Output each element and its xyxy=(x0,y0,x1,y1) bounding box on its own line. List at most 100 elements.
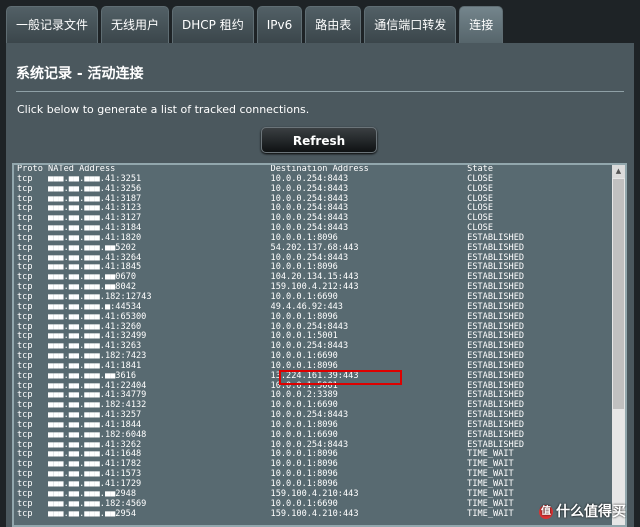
refresh-button[interactable]: Refresh xyxy=(261,127,377,153)
scroll-up-arrow-icon[interactable]: ▲ xyxy=(612,165,625,178)
connection-row-nated: ■■■.■■.■■■.41:3263 xyxy=(48,341,271,352)
connection-row-proto: tcp xyxy=(17,439,49,450)
connection-row-proto: tcp xyxy=(17,331,49,342)
connection-row-state: ESTABLISHED xyxy=(467,242,525,253)
connection-row-proto: tcp xyxy=(17,488,49,499)
tab-port-forwarding[interactable]: 通信端口转发 xyxy=(364,6,457,43)
connection-row-state: CLOSE xyxy=(467,223,494,234)
connection-row-nated: ■■■.■■.■■■.■■5202 xyxy=(48,242,271,253)
connection-row-proto: tcp xyxy=(17,301,49,312)
tab-connections[interactable]: 连接 xyxy=(459,6,504,43)
connection-row-dest: 10.0.0.254:8443 xyxy=(270,223,468,234)
connection-row-state: CLOSE xyxy=(467,213,494,224)
connection-row-dest: 10.0.0.1:8096 xyxy=(270,262,468,273)
connection-row-dest: 54.202.137.68:443 xyxy=(270,242,468,253)
connection-row-state: CLOSE xyxy=(467,173,494,184)
connection-row-proto: tcp xyxy=(17,498,49,509)
connection-row-proto: tcp xyxy=(17,400,49,411)
connection-row-state: ESTABLISHED xyxy=(467,311,525,322)
tab-wireless-clients[interactable]: 无线用户 xyxy=(101,6,170,43)
connection-row-dest: 49.4.46.92:443 xyxy=(270,301,468,312)
connection-row-proto: tcp xyxy=(17,469,49,480)
connection-row-state: ESTABLISHED xyxy=(467,370,525,381)
divider xyxy=(16,91,624,92)
watermark-badge-icon: 值 xyxy=(539,505,553,519)
connection-row-nated: ■■■.■■.■■■.182:4569 xyxy=(48,498,271,509)
connection-row-proto: tcp xyxy=(17,508,49,519)
connection-row-proto: tcp xyxy=(17,341,49,352)
connection-row-state: TIME_WAIT xyxy=(467,508,514,519)
scrollbar[interactable]: ▲ xyxy=(612,165,625,525)
connection-row-proto: tcp xyxy=(17,242,49,253)
connection-row-state: ESTABLISHED xyxy=(467,282,525,293)
connection-row-proto: tcp xyxy=(17,419,49,430)
connection-row-nated: ■■■.■■.■■■.41:1729 xyxy=(48,479,271,489)
connection-row-nated: ■■■.■■.■■■.■■3616 xyxy=(48,370,271,381)
connection-row-nated: ■■■.■■.■■■.182:6048 xyxy=(48,429,271,440)
connection-row-proto: tcp xyxy=(17,262,49,273)
connection-row: tcp ■■■.■■.■■■.■■2954 159.100.4.210:443 … xyxy=(17,508,524,520)
connection-row-state: ESTABLISHED xyxy=(467,410,525,421)
tab-routing-table[interactable]: 路由表 xyxy=(305,6,362,43)
connection-row-nated: ■■■.■■.■■■.41:1845 xyxy=(48,262,271,273)
connection-row-proto: tcp xyxy=(17,410,49,421)
connection-row-state: CLOSE xyxy=(467,203,494,214)
connection-row-state: ESTABLISHED xyxy=(467,291,525,302)
connection-row-proto: tcp xyxy=(17,370,49,381)
connection-row-dest: 10.0.0.254:8443 xyxy=(270,183,468,194)
connection-row-state: ESTABLISHED xyxy=(467,380,525,391)
tab-general-log[interactable]: 一般记录文件 xyxy=(6,6,99,43)
connection-row-state: ESTABLISHED xyxy=(467,360,525,371)
connection-row-state: ESTABLISHED xyxy=(467,351,525,362)
header-row-state: State xyxy=(467,164,494,174)
connection-row-state: TIME_WAIT xyxy=(467,459,514,470)
connection-row-state: ESTABLISHED xyxy=(467,429,525,440)
page-title: 系统记录 - 活动连接 xyxy=(16,66,144,82)
connection-row-proto: tcp xyxy=(17,291,49,302)
connection-row-dest: 159.100.4.210:443 xyxy=(270,488,468,499)
tab-ipv6[interactable]: IPv6 xyxy=(256,6,303,43)
connection-row-proto: tcp xyxy=(17,351,49,362)
connection-row-proto: tcp xyxy=(17,429,49,440)
scrollbar-thumb[interactable] xyxy=(613,179,624,409)
header-row-proto: Proto xyxy=(17,164,49,174)
connection-row-state: TIME_WAIT xyxy=(467,498,514,509)
connection-row-dest: 10.0.0.1:6690 xyxy=(270,498,468,509)
connection-row-dest: 10.0.0.1:5001 xyxy=(270,331,468,342)
connection-row-proto: tcp xyxy=(17,183,49,194)
connection-row-proto: tcp xyxy=(17,213,49,224)
connection-row-state: TIME_WAIT xyxy=(467,449,514,460)
connection-row-state: ESTABLISHED xyxy=(467,341,525,352)
connections-list: Proto NATed Address Destination Address … xyxy=(17,165,524,519)
connections-textarea[interactable]: Proto NATed Address Destination Address … xyxy=(12,163,627,527)
connection-row-nated: ■■■.■■.■■■.41:3264 xyxy=(48,252,271,263)
connection-row-dest: 10.0.0.1:8096 xyxy=(270,449,468,460)
connection-row-state: TIME_WAIT xyxy=(467,488,514,499)
tab-dhcp-leases[interactable]: DHCP 租约 xyxy=(172,6,254,43)
connection-row-nated: ■■■.■■.■■■.41:1648 xyxy=(48,449,271,460)
connection-row-dest: 10.0.0.1:8096 xyxy=(270,459,468,470)
header-row-dest: Destination Address xyxy=(270,164,468,174)
connection-row-dest: 10.0.0.1:8096 xyxy=(270,232,468,243)
connection-row-state: TIME_WAIT xyxy=(467,479,514,489)
connection-row-nated: ■■■.■■.■■■.41:1573 xyxy=(48,469,271,480)
connection-row-dest: 10.0.0.1:8096 xyxy=(270,311,468,322)
connection-row-dest: 159.100.4.212:443 xyxy=(270,282,468,293)
connection-row-dest: 10.0.0.254:8443 xyxy=(270,439,468,450)
connection-row-dest: 10.0.0.1:8096 xyxy=(270,419,468,430)
connection-row-proto: tcp xyxy=(17,311,49,322)
connection-row-state: TIME_WAIT xyxy=(467,469,514,480)
connection-row-proto: tcp xyxy=(17,223,49,234)
connection-row-proto: tcp xyxy=(17,203,49,214)
connection-row-proto: tcp xyxy=(17,232,49,243)
connection-row-dest: 159.100.4.210:443 xyxy=(270,508,468,519)
connection-row-state: ESTABLISHED xyxy=(467,390,525,401)
connection-row-proto: tcp xyxy=(17,459,49,470)
connection-row-nated: ■■■.■■.■■■.41:34779 xyxy=(48,390,271,401)
highlight-box xyxy=(279,370,402,385)
watermark-text: 什么值得买 xyxy=(556,504,626,520)
connection-row-nated: ■■■.■■.■■■.41:3257 xyxy=(48,410,271,421)
connection-row-nated: ■■■.■■.■■■.■■2954 xyxy=(48,508,271,519)
connection-row-nated: ■■■.■■.■■■.41:3187 xyxy=(48,193,271,204)
connection-row-nated: ■■■.■■.■■■.41:3184 xyxy=(48,223,271,234)
